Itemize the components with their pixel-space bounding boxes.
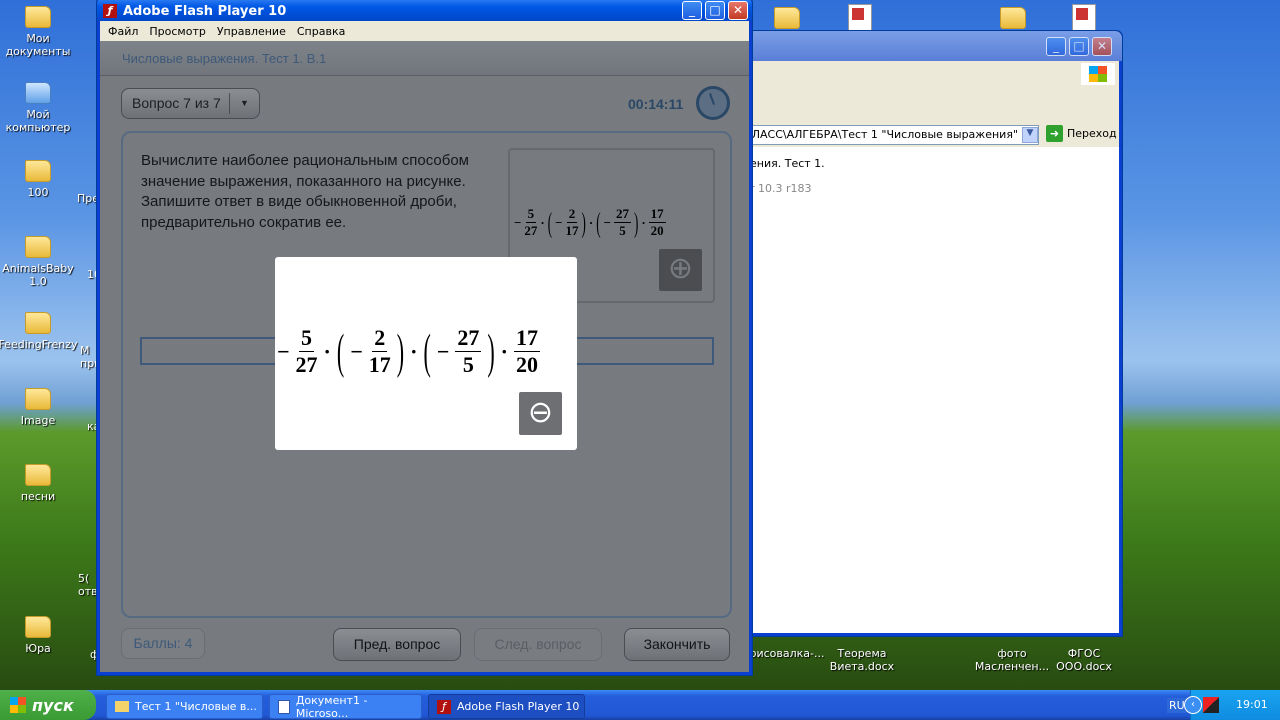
icon-label: ФГОС ООО.docx [1056,647,1112,673]
desktop-icon-my-computer[interactable]: Мой компьютер [0,82,76,134]
expression-zoom-popup: −5 27 · (−2 17) · (−27 5) · 17 20 ⊖ [275,257,577,450]
maximize-button[interactable]: □ [1069,37,1089,56]
icon-label: Мой компьютер [5,108,71,134]
desktop-icon-partial[interactable]: 5( отв [78,572,98,598]
taskbar-word[interactable]: Документ1 - Microso... [269,694,422,720]
folder-icon [25,6,51,28]
icon-label: 100 [27,186,49,199]
desktop-icon-yura[interactable]: Юра [0,616,76,655]
flash-logo-icon: ƒ [103,4,117,18]
prev-question-button[interactable]: Пред. вопрос [333,628,461,661]
question-selector[interactable]: Вопрос 7 из 7 ▼ [121,88,260,119]
taskbar-flash[interactable]: ƒ Adobe Flash Player 10 [428,694,585,719]
menu-bar: Файл Просмотр Управление Справка [100,21,749,41]
close-button[interactable]: ✕ [728,1,748,20]
word-doc-icon [278,699,290,714]
folder-icon [25,160,51,182]
icon-label: Теорема Виета.docx [829,647,895,673]
antivirus-tray-icon[interactable] [1203,697,1219,713]
flash-logo-icon: ƒ [437,699,451,714]
menu-file[interactable]: Файл [108,25,138,38]
taskbar-explorer[interactable]: Тест 1 "Числовые в... [106,694,263,719]
tray-expand-icon[interactable]: ‹ [1184,696,1202,714]
folder-icon [115,701,129,712]
folder-icon [25,388,51,410]
folder-icon [25,464,51,486]
next-question-button[interactable]: След. вопрос [474,628,602,661]
content-text: ения. Тест 1. [750,157,825,170]
desktop-icon-100[interactable]: 100 [0,160,76,199]
folder-icon [25,236,51,258]
minimize-button[interactable]: _ [1046,37,1066,56]
desktop-icon-pesni[interactable]: песни [0,464,76,503]
icon-label: Image [20,414,56,427]
icon-label: фото Масленчен... [974,647,1050,673]
folder-icon [25,312,51,334]
explorer-toolbars: ТЫ 7 КЛАСС\АЛГЕБРА\Тест 1 "Числовые выра… [744,61,1119,155]
icon-label: Юра [25,642,51,655]
folder-icon[interactable] [1000,7,1026,29]
explorer-window[interactable]: _ □ ✕ ТЫ 7 КЛАСС\АЛГЕБРА\Тест 1 "Числовы… [740,30,1123,637]
close-button[interactable]: ✕ [1092,37,1112,56]
window-title: Adobe Flash Player 10 [123,3,287,19]
presentation-file-icon[interactable] [1072,4,1096,32]
computer-icon [25,82,51,104]
folder-icon[interactable] [774,7,800,29]
score-badge: Баллы: 4 [121,628,205,659]
timer: 00:14:11 [628,96,684,112]
go-arrow-icon: ➜ [1046,125,1063,142]
folder-icon [25,616,51,638]
go-button[interactable]: ➜ Переход [1046,125,1117,142]
flash-content: Числовые выражения. Тест 1. В.1 Вопрос 7… [100,41,749,672]
desktop-icon-foto[interactable]: фото Масленчен... [974,647,1050,673]
desktop-icon-risovalka[interactable]: рисовалка-... [742,647,832,660]
desktop-icon-feedingfrenzy[interactable]: FeedingFrenzy [0,312,80,351]
clock-icon [696,86,730,120]
address-dropdown-button[interactable]: ▼ [1022,127,1038,143]
zoom-out-button[interactable]: ⊖ [519,392,562,435]
menu-view[interactable]: Просмотр [149,25,205,38]
test-header: Числовые выражения. Тест 1. В.1 [100,41,749,76]
icon-label: Мои документы [5,32,71,58]
desktop-icon-image[interactable]: Image [0,388,76,427]
windows-logo-icon [10,697,26,713]
desktop-icon-my-documents[interactable]: Мои документы [0,6,76,58]
desktop-icon-animalsbaby[interactable]: AnimalsBaby 1.0 [0,236,76,288]
start-button[interactable]: пуск [0,690,96,720]
maximize-button[interactable]: □ [705,1,725,20]
clock: 19:01 [1236,698,1268,711]
desktop-icon-fgos[interactable]: ФГОС ООО.docx [1046,647,1122,673]
presentation-file-icon[interactable] [848,4,872,32]
menu-control[interactable]: Управление [217,25,286,38]
icon-label: песни [20,490,56,503]
flash-player-window[interactable]: ƒ Adobe Flash Player 10 _ □ ✕ Файл Просм… [96,0,753,676]
finish-button[interactable]: Закончить [624,628,730,661]
chevron-down-icon: ▼ [229,93,259,114]
address-input[interactable]: ТЫ 7 КЛАСС\АЛГЕБРА\Тест 1 "Числовые выра… [744,125,1039,145]
minimize-button[interactable]: _ [682,1,702,20]
icon-label: AnimalsBaby 1.0 [2,262,74,288]
windows-logo-icon [1081,63,1115,85]
menu-help[interactable]: Справка [297,25,345,38]
icon-label: рисовалка-... [749,647,825,660]
flash-title-bar[interactable]: ƒ Adobe Flash Player 10 [97,0,752,21]
explorer-content: ения. Тест 1. r 10.3 r183 [744,147,1119,633]
icon-label: FeedingFrenzy [0,338,78,351]
content-text: r 10.3 r183 [750,182,812,195]
question-text: Вычислите наиболее рациональным способом… [141,152,469,231]
zoom-in-button[interactable]: ⊕ [659,249,702,291]
icon-label: 5( отв [78,572,98,598]
desktop-icon-teorema-vieta[interactable]: Теорема Виета.docx [824,647,900,673]
